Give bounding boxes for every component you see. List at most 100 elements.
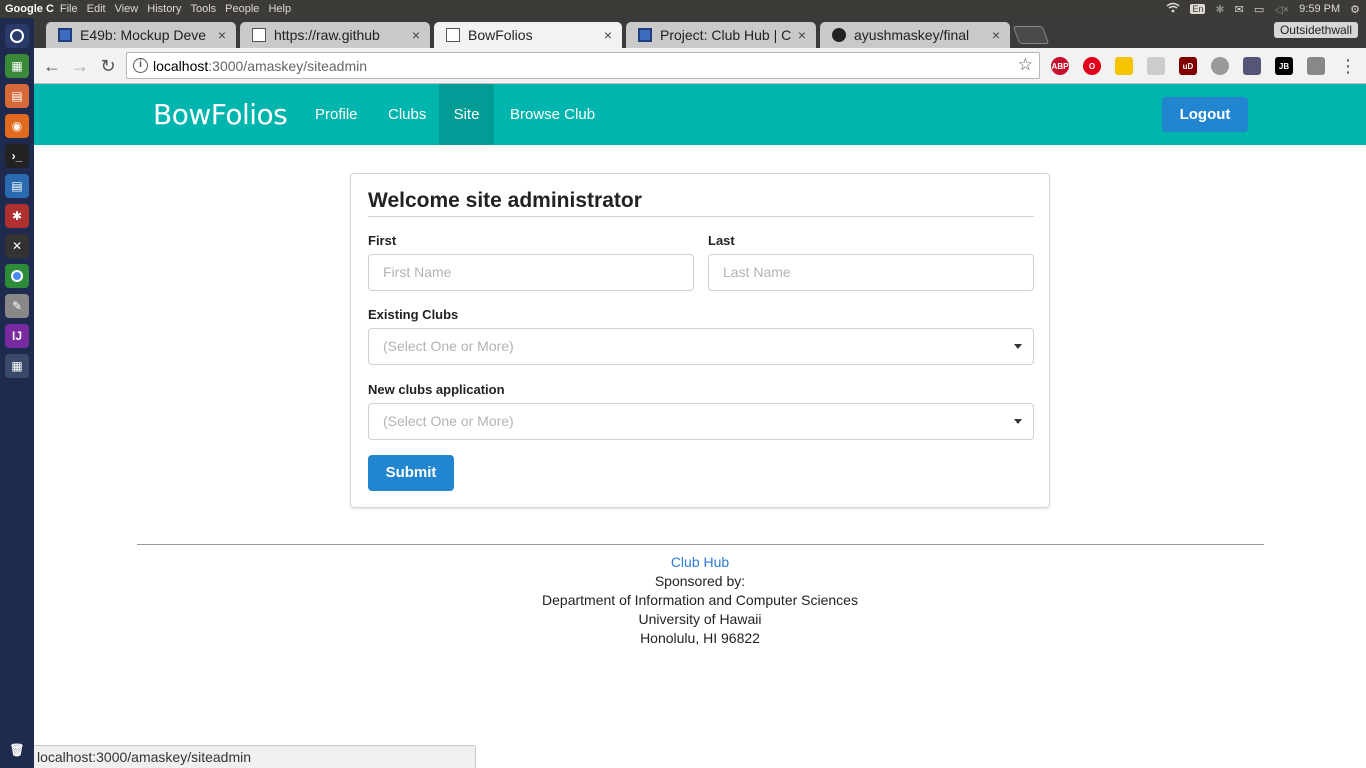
existing-clubs-select[interactable]: (Select One or More) [368, 328, 1034, 365]
new-tab-button[interactable] [1012, 26, 1050, 44]
tab-title: ayushmaskey/final [854, 27, 970, 43]
new-clubs-label: New clubs application [368, 382, 505, 397]
new-clubs-placeholder: (Select One or More) [383, 413, 514, 429]
close-icon[interactable]: × [798, 27, 806, 43]
notes-extension-icon[interactable] [1115, 57, 1133, 75]
close-icon[interactable]: × [992, 27, 1000, 43]
document-app-icon[interactable]: ▤ [5, 84, 29, 108]
doc-icon [58, 28, 72, 42]
close-icon[interactable]: × [218, 27, 226, 43]
palette-icon[interactable] [1211, 57, 1229, 75]
nav-profile[interactable]: Profile [303, 84, 370, 145]
firefox-icon[interactable]: ◉ [5, 114, 29, 138]
nav-browse-club[interactable]: Browse Club [498, 84, 607, 145]
profile-button[interactable]: Outsidethwall [1273, 22, 1358, 38]
menu-tools[interactable]: Tools [190, 3, 216, 15]
eyedropper-icon[interactable] [1243, 57, 1261, 75]
submit-button[interactable]: Submit [368, 455, 454, 491]
workspace-switcher-icon[interactable]: ▦ [5, 354, 29, 378]
site-footer: Club Hub Sponsored by: Department of Inf… [34, 553, 1366, 648]
mail-icon[interactable]: ✉ [1235, 3, 1244, 16]
tab-title: E49b: Mockup Deve [80, 27, 207, 43]
reload-icon[interactable]: ↻ [96, 54, 120, 78]
text-editor-icon[interactable]: ✎ [5, 294, 29, 318]
back-arrow-icon[interactable]: ← [40, 54, 64, 78]
close-icon[interactable]: × [604, 27, 612, 43]
last-name-input[interactable]: Last Name [708, 254, 1034, 291]
footer-divider [137, 544, 1264, 545]
dropdown-caret-icon [1014, 419, 1022, 424]
active-app-name: Google C [5, 3, 54, 15]
title-divider [368, 216, 1034, 217]
last-name-label: Last [708, 233, 735, 248]
spreadsheet-app-icon[interactable]: ▦ [5, 54, 29, 78]
menu-people[interactable]: People [225, 3, 259, 15]
tab-title: Project: Club Hub | C [660, 27, 792, 43]
tab-mockup[interactable]: E49b: Mockup Deve × [46, 22, 236, 48]
menu-file[interactable]: File [60, 3, 78, 15]
intellij-icon[interactable]: IJ [5, 324, 29, 348]
github-icon [832, 28, 846, 42]
tab-bowfolios[interactable]: BowFolios × [434, 22, 622, 48]
info-icon[interactable]: i [133, 58, 148, 73]
existing-clubs-label: Existing Clubs [368, 307, 459, 322]
app-launcher: ▦ ▤ ◉ ›_ ▤ ✱ ✕ ✎ IJ ▦ 🗑 [0, 18, 34, 768]
keyboard-layout-indicator[interactable]: En [1190, 4, 1206, 14]
nav-clubs[interactable]: Clubs [376, 84, 438, 145]
volume-icon[interactable]: ◁× [1274, 3, 1289, 16]
tab-raw-github[interactable]: https://raw.github × [240, 22, 430, 48]
opera-icon[interactable]: O [1083, 57, 1101, 75]
doc-icon [638, 28, 652, 42]
bluetooth-icon[interactable]: ✱ [1215, 3, 1224, 16]
adblock-plus-icon[interactable]: ABP [1051, 57, 1069, 75]
battery-icon[interactable]: ▭ [1254, 3, 1264, 16]
tab-title: BowFolios [468, 27, 533, 43]
page-icon [446, 28, 460, 42]
forward-arrow-icon[interactable]: → [68, 54, 92, 78]
wifi-icon[interactable] [1166, 2, 1180, 16]
brand-logo[interactable]: BowFolios [153, 98, 288, 131]
close-icon[interactable]: × [412, 27, 420, 43]
page-icon [252, 28, 266, 42]
url-host: localhost [153, 57, 209, 74]
browser-toolbar: ← → ↻ i localhost:3000/amaskey/siteadmin… [34, 48, 1366, 84]
writer-app-icon[interactable]: ▤ [5, 174, 29, 198]
admin-form-card: Welcome site administrator First First N… [350, 173, 1050, 508]
rss-icon[interactable] [1147, 57, 1165, 75]
url-path: :3000/amaskey/siteadmin [208, 57, 368, 74]
terminal-icon[interactable]: ›_ [5, 144, 29, 168]
tab-title: https://raw.github [274, 27, 380, 43]
tool-app-icon[interactable]: ✕ [5, 234, 29, 258]
logout-button[interactable]: Logout [1162, 97, 1248, 132]
menu-view[interactable]: View [115, 3, 139, 15]
dropdown-caret-icon [1014, 344, 1022, 349]
first-name-input[interactable]: First Name [368, 254, 694, 291]
app-menu: File Edit View History Tools People Help [60, 3, 291, 15]
tab-project-club-hub[interactable]: Project: Club Hub | C × [626, 22, 816, 48]
dash-icon[interactable] [5, 24, 29, 48]
clock[interactable]: 9:59 PM [1299, 3, 1340, 15]
address-bar[interactable]: i localhost:3000/amaskey/siteadmin ☆ [126, 52, 1040, 79]
bookmark-star-icon[interactable]: ☆ [1018, 55, 1033, 75]
menu-edit[interactable]: Edit [87, 3, 106, 15]
refresh-extension-icon[interactable] [1307, 57, 1325, 75]
system-tray: En ✱ ✉ ▭ ◁× 9:59 PM ⚙ [1166, 0, 1360, 18]
nav-site[interactable]: Site [439, 84, 494, 145]
browser-tab-strip: E49b: Mockup Deve × https://raw.github ×… [34, 18, 1366, 48]
ublock-icon[interactable]: uD [1179, 57, 1197, 75]
tab-github-repo[interactable]: ayushmaskey/final × [820, 22, 1010, 48]
web-page: BowFolios Profile Clubs Site Browse Club… [34, 84, 1366, 768]
menu-help[interactable]: Help [268, 3, 291, 15]
existing-clubs-placeholder: (Select One or More) [383, 338, 514, 354]
trash-icon[interactable]: 🗑 [5, 738, 29, 762]
footer-department-line: Department of Information and Computer S… [542, 592, 858, 608]
chrome-icon[interactable] [5, 264, 29, 288]
menu-history[interactable]: History [147, 3, 181, 15]
jetbrains-icon[interactable]: JB [1275, 57, 1293, 75]
settings-app-icon[interactable]: ✱ [5, 204, 29, 228]
gear-icon[interactable]: ⚙ [1350, 3, 1360, 16]
system-top-panel: Google C File Edit View History Tools Pe… [0, 0, 1366, 18]
footer-club-hub-link[interactable]: Club Hub [34, 553, 1366, 572]
new-clubs-select[interactable]: (Select One or More) [368, 403, 1034, 440]
chrome-menu-icon[interactable]: ⋮ [1336, 54, 1360, 78]
